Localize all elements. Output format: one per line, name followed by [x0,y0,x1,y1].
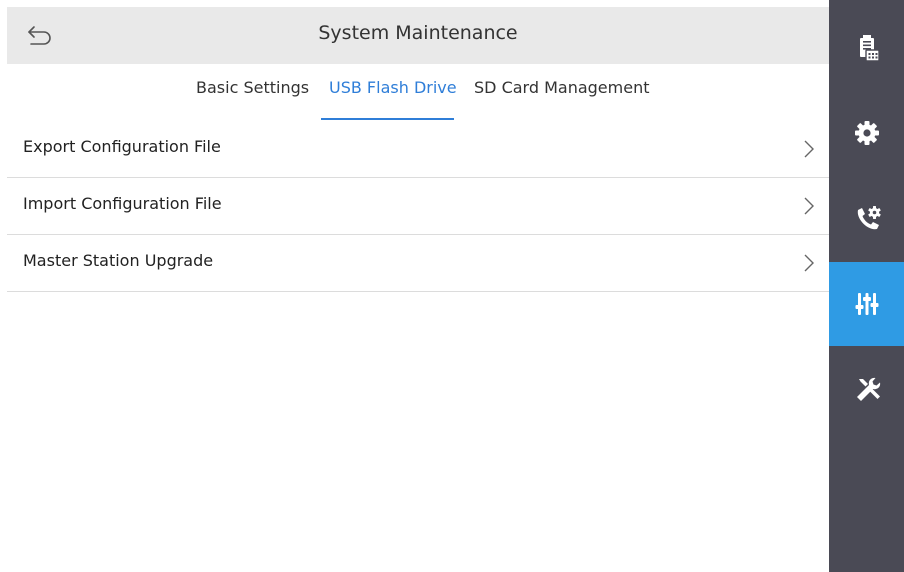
list-item-export-config[interactable]: Export Configuration File [7,121,829,178]
sidebar-item-system-maintenance[interactable] [829,262,904,346]
sidebar-item-device[interactable] [829,5,904,89]
main-panel: System Maintenance Basic Settings USB Fl… [0,0,829,572]
device-icon [860,35,880,62]
tools-icon [857,377,881,401]
header-bar: System Maintenance [7,7,829,64]
sidebar-nav [829,0,904,572]
chevron-right-icon [804,140,814,158]
tab-bar: Basic Settings USB Flash Drive SD Card M… [7,64,829,120]
list-item-master-station-upgrade[interactable]: Master Station Upgrade [7,235,829,292]
list-item-label: Import Configuration File [23,194,222,213]
chevron-right-icon [804,254,814,272]
sidebar-item-call-settings[interactable] [829,176,904,260]
list-item-import-config[interactable]: Import Configuration File [7,178,829,235]
sliders-icon [855,293,879,315]
list-item-label: Master Station Upgrade [23,251,214,270]
active-tab-indicator [321,118,454,120]
gear-icon [855,121,879,145]
tab-basic-settings[interactable]: Basic Settings [196,78,309,116]
chevron-right-icon [804,197,814,215]
list-item-label: Export Configuration File [23,137,221,156]
options-list: Export Configuration File Import Configu… [7,121,829,292]
sidebar-item-general-settings[interactable] [829,91,904,175]
tab-sd-card-management[interactable]: SD Card Management [474,78,649,116]
page-title: System Maintenance [318,22,518,44]
tab-usb-flash-drive[interactable]: USB Flash Drive [329,78,457,116]
sidebar-item-tools[interactable] [829,347,904,431]
call-settings-icon [857,206,881,230]
